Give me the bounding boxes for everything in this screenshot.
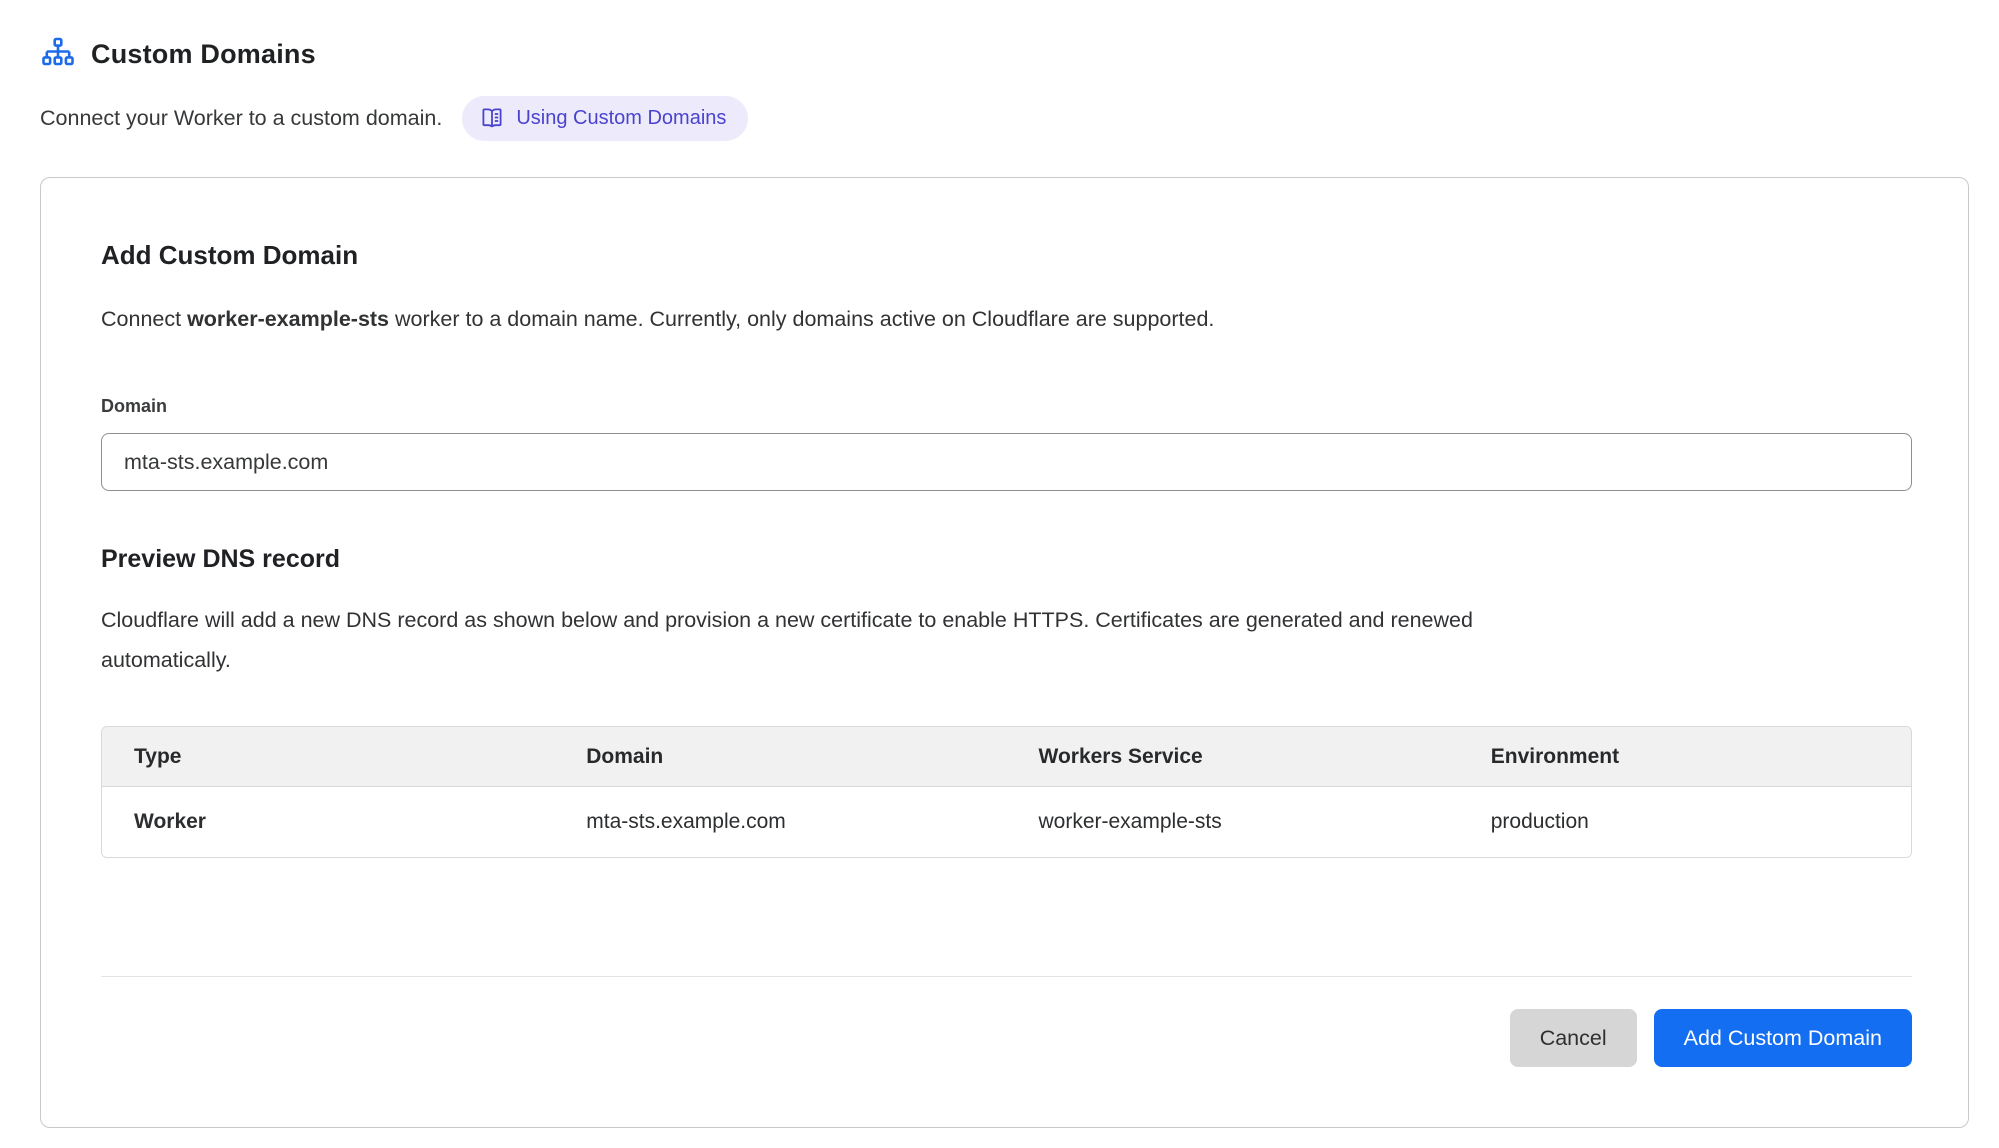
- cell-type: Worker: [102, 787, 554, 857]
- column-header-environment: Environment: [1459, 727, 1911, 787]
- table-row: Worker mta-sts.example.com worker-exampl…: [102, 787, 1911, 857]
- page-title: Custom Domains: [91, 39, 316, 70]
- card-title: Add Custom Domain: [101, 240, 1912, 271]
- column-header-type: Type: [102, 727, 554, 787]
- using-custom-domains-link[interactable]: Using Custom Domains: [462, 96, 748, 141]
- card-actions: Cancel Add Custom Domain: [101, 1009, 1912, 1067]
- open-book-icon: [480, 106, 504, 130]
- add-custom-domain-button[interactable]: Add Custom Domain: [1654, 1009, 1912, 1067]
- add-custom-domain-card: Add Custom Domain Connect worker-example…: [40, 177, 1969, 1128]
- card-intro-text: Connect worker-example-sts worker to a d…: [101, 307, 1912, 332]
- footer-divider: [101, 976, 1912, 977]
- custom-domains-page: Custom Domains Connect your Worker to a …: [0, 0, 1999, 1128]
- column-header-domain: Domain: [554, 727, 1006, 787]
- cancel-button[interactable]: Cancel: [1510, 1009, 1637, 1067]
- column-header-workers-service: Workers Service: [1007, 727, 1459, 787]
- cell-environment: production: [1459, 787, 1911, 857]
- page-header: Custom Domains: [40, 36, 1969, 72]
- page-subtitle: Connect your Worker to a custom domain.: [40, 106, 442, 131]
- preview-dns-title: Preview DNS record: [101, 545, 1912, 574]
- worker-name: worker-example-sts: [187, 307, 389, 331]
- page-subheader: Connect your Worker to a custom domain. …: [40, 96, 1969, 141]
- preview-dns-description: Cloudflare will add a new DNS record as …: [101, 600, 1581, 680]
- dns-preview-table: Type Domain Workers Service Environment …: [101, 726, 1912, 858]
- using-custom-domains-label: Using Custom Domains: [516, 107, 726, 130]
- sitemap-icon: [40, 36, 76, 72]
- cell-workers-service: worker-example-sts: [1007, 787, 1459, 857]
- intro-prefix: Connect: [101, 307, 187, 331]
- domain-field-label: Domain: [101, 396, 1912, 417]
- cell-domain: mta-sts.example.com: [554, 787, 1006, 857]
- domain-input[interactable]: [101, 433, 1912, 491]
- intro-suffix: worker to a domain name. Currently, only…: [389, 307, 1214, 331]
- table-header-row: Type Domain Workers Service Environment: [102, 727, 1911, 787]
